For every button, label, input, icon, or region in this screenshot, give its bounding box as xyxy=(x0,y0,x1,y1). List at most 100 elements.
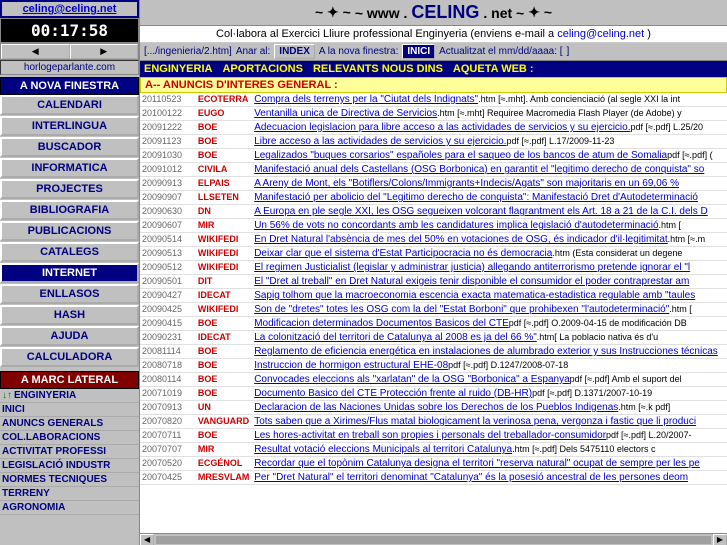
clock-scrollbar: ◀ ▶ xyxy=(0,43,139,60)
inici-button[interactable]: INICI xyxy=(402,44,435,59)
news-desc: .htm [ xyxy=(669,304,692,314)
news-desc: .htm [≈.mht]. Amb concienciació (al segl… xyxy=(478,94,680,104)
marc-item-inici[interactable]: INICI xyxy=(0,403,139,417)
table-row: 20100122EUGOVentanilla unica de Directiv… xyxy=(140,107,727,121)
sidebar-item-calendari[interactable]: CALENDARI xyxy=(0,95,139,115)
table-row: 20090501DITEl "Dret al treball" en Dret … xyxy=(140,275,727,289)
news-title[interactable]: Manifestació anual dels Castellans (OSG … xyxy=(254,164,704,175)
marc-item-normes-tecniques[interactable]: NORMES TECNIQUES xyxy=(0,473,139,487)
news-title[interactable]: Convocades eleccions als "xarlatan" de l… xyxy=(254,374,569,385)
news-title[interactable]: El "Dret al treball" en Dret Natural exi… xyxy=(254,276,689,287)
table-row: 20071019BOEDocumento Basico del CTE Prot… xyxy=(140,387,727,401)
news-content: Un 56% de vots no concordants amb les ca… xyxy=(252,219,727,233)
scroll-right-btn[interactable]: ▶ xyxy=(70,44,139,59)
marc-item-legislació-industr[interactable]: LEGISLACIÓ INDUSTR xyxy=(0,459,139,473)
news-title[interactable]: Un 56% de vots no concordants amb les ca… xyxy=(254,220,658,231)
sidebar-item-enllasos[interactable]: ENLLASOS xyxy=(0,284,139,304)
news-title[interactable]: Manifestació per abolicio del "Legitimo … xyxy=(254,192,698,203)
news-title[interactable]: Compra dels terrenys per la "Ciutat dels… xyxy=(254,94,478,105)
table-row: 20080718BOEInstruccion de hormigon estru… xyxy=(140,359,727,373)
table-row: 20090630DNA Europa en ple segle XXI, les… xyxy=(140,205,727,219)
news-title[interactable]: Documento Basico del CTE Protección fren… xyxy=(254,388,532,399)
news-title[interactable]: En Dret Natural l'absència de mes del 50… xyxy=(254,234,667,245)
news-title[interactable]: Sapig tolhom que la macroeconomia escenc… xyxy=(254,290,695,301)
news-title[interactable]: Libre acceso a las actividades de servic… xyxy=(254,136,506,147)
news-title[interactable]: Les hores-activitat en treball son propi… xyxy=(254,430,606,441)
scroll-h-left-btn[interactable]: ◀ xyxy=(140,534,154,545)
news-source: ECGÉNOL xyxy=(196,457,252,471)
subtitle-email[interactable]: celing@celing.net xyxy=(557,28,644,40)
news-title[interactable]: El regimen Justicialist (legislar y admi… xyxy=(254,262,690,273)
news-content: Modificacion determinados Documentos Bas… xyxy=(252,317,727,331)
marc-item-anuncs-generals[interactable]: ANUNCS GENERALS xyxy=(0,417,139,431)
sidebar-item-bibliografia[interactable]: BIBLIOGRAFIA xyxy=(0,200,139,220)
scrollbar-track[interactable] xyxy=(156,536,711,544)
sidebar-item-hash[interactable]: HASH xyxy=(0,305,139,325)
news-source: MIR xyxy=(196,443,252,457)
news-title[interactable]: Modificacion determinados Documentos Bas… xyxy=(254,318,509,329)
sidebar-item-informatica[interactable]: INFORMATICA xyxy=(0,158,139,178)
decoration-right: ✦ ~ xyxy=(528,4,552,21)
news-desc: .htm[ La poblacio nativa és d'u xyxy=(537,332,658,342)
news-title[interactable]: Reglamento de eficiencia energética en i… xyxy=(254,346,718,357)
news-source: IDECAT xyxy=(196,289,252,303)
news-title[interactable]: Son de "dretes" totes les OSG com la del… xyxy=(254,304,669,315)
marc-lateral-title: A MARC LATERAL xyxy=(0,371,139,389)
marc-item-col.laboracions[interactable]: COL.LABORACIONS xyxy=(0,431,139,445)
news-title[interactable]: Per "Dret Natural" el territori denomina… xyxy=(254,472,688,483)
news-title[interactable]: La colonització del territori de Catalun… xyxy=(254,332,537,343)
news-source: WIKIFEDI xyxy=(196,233,252,247)
news-title[interactable]: Resultat votació eleccions Municipals al… xyxy=(254,444,512,455)
marc-item-activitat-professi[interactable]: ACTIVITAT PROFESSI xyxy=(0,445,139,459)
news-title[interactable]: Deixar clar que el sistema d'Estat Parti… xyxy=(254,248,552,259)
news-title[interactable]: Legalizados "buques corsarios" españoles… xyxy=(254,150,667,161)
news-title[interactable]: Ventanilla unica de Directiva de Servici… xyxy=(254,108,437,119)
table-row: 20080114BOEConvocades eleccions als "xar… xyxy=(140,373,727,387)
email-link[interactable]: celing@celing.net xyxy=(0,0,139,18)
section-tab-3[interactable]: AQUETA WEB : xyxy=(453,63,534,75)
marc-item-label: AGRONOMIA xyxy=(2,502,65,513)
sidebar-item-internet[interactable]: INTERNET xyxy=(0,263,139,283)
news-desc: .htm (Esta considerat un degene xyxy=(552,248,682,258)
marc-item-enginyeria[interactable]: ↓↑ENGINYERIA xyxy=(0,389,139,403)
subtitle-text: Col·labora al Exercici Lliure profession… xyxy=(216,28,554,40)
news-source: WIKIFEDI xyxy=(196,247,252,261)
news-date: 20091030 xyxy=(140,149,196,163)
news-content: Les hores-activitat en treball son propi… xyxy=(252,429,727,443)
actualitzat-text: Actualitzat el mm/dd/aaaa: [ xyxy=(439,46,562,57)
sidebar-item-buscador[interactable]: BUSCADOR xyxy=(0,137,139,157)
section-tab-1[interactable]: APORTACIONS xyxy=(222,63,302,75)
marc-item-agronomia[interactable]: AGRONOMIA xyxy=(0,501,139,515)
news-source: IDECAT xyxy=(196,331,252,345)
news-desc: .htm [ xyxy=(659,220,682,230)
news-scroll[interactable]: 20110523ECOTERRACompra dels terrenys per… xyxy=(140,93,727,533)
news-source: BOE xyxy=(196,359,252,373)
horloge-link[interactable]: horlogeparlante.com xyxy=(0,60,139,75)
table-row: 20110523ECOTERRACompra dels terrenys per… xyxy=(140,93,727,107)
sidebar-item-ajuda[interactable]: AJUDA xyxy=(0,326,139,346)
sidebar-item-catalegs[interactable]: CATALEGS xyxy=(0,242,139,262)
sidebar-item-projectes[interactable]: PROJECTES xyxy=(0,179,139,199)
news-source: MIR xyxy=(196,219,252,233)
marc-item-terreny[interactable]: TERRENY xyxy=(0,487,139,501)
scroll-left-btn[interactable]: ◀ xyxy=(1,44,70,59)
news-title[interactable]: Adecuacion legislacion para libre acceso… xyxy=(254,122,630,133)
sidebar-item-interlingua[interactable]: INTERLINGUA xyxy=(0,116,139,136)
news-content: Convocades eleccions als "xarlatan" de l… xyxy=(252,373,727,387)
marc-items-list: ↓↑ENGINYERIAINICIANUNCS GENERALSCOL.LABO… xyxy=(0,389,139,545)
section-tab-2[interactable]: RELEVANTS NOUS DINS xyxy=(313,63,443,75)
sidebar-item-calculadora[interactable]: CALCULADORA xyxy=(0,347,139,367)
news-title[interactable]: Tots saben que a Xirimes/Flus matal biol… xyxy=(254,416,696,427)
site-name: CELING xyxy=(411,2,479,23)
index-button[interactable]: INDEX xyxy=(274,44,315,59)
news-date: 20100122 xyxy=(140,107,196,121)
news-title[interactable]: A Areny de Mont, els "Botiflers/Colons/I… xyxy=(254,178,679,189)
table-row: 20070425MRESVLAMPer "Dret Natural" el te… xyxy=(140,471,727,485)
news-title[interactable]: Declaracion de las Naciones Unidas sobre… xyxy=(254,402,618,413)
sidebar-item-publicacions[interactable]: PUBLICACIONS xyxy=(0,221,139,241)
scroll-h-right-btn[interactable]: ▶ xyxy=(713,534,727,545)
news-title[interactable]: Recordar que el topònim Catalunya design… xyxy=(254,458,700,469)
table-row: 20091030BOELegalizados "buques corsarios… xyxy=(140,149,727,163)
news-title[interactable]: Instruccion de hormigon estructural EHE-… xyxy=(254,360,448,371)
news-title[interactable]: A Europa en ple segle XXI, les OSG segue… xyxy=(254,206,708,217)
